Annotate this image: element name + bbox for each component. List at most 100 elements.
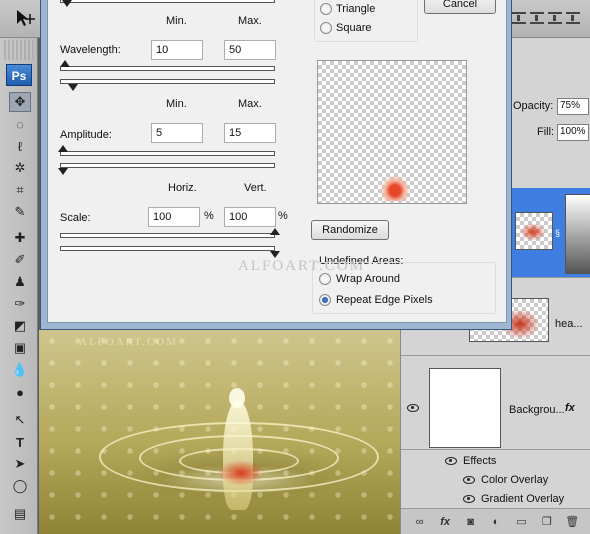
marquee-tool-icon[interactable]: ◌ [9, 114, 31, 134]
scale-horiz-field[interactable]: 100 [148, 207, 200, 227]
layer-name: hea... [555, 318, 583, 330]
type-option-label: Triangle [336, 3, 376, 15]
path-selection-icon[interactable]: ➤ [9, 454, 31, 474]
clone-stamp-icon[interactable]: ♟ [9, 272, 31, 292]
slider-handle[interactable] [68, 84, 78, 91]
type-radio-square[interactable] [320, 22, 332, 34]
blur-tool-icon[interactable]: 💧 [9, 360, 31, 380]
crop-tool-icon[interactable]: ⌗ [9, 180, 31, 200]
scale-vert-slider[interactable] [60, 246, 275, 251]
layer-row-background[interactable]: Backgrou... fx [401, 360, 590, 450]
amplitude-max-field[interactable]: 15 [224, 123, 276, 143]
percent-unit: % [278, 210, 288, 222]
add-style-icon[interactable]: fx [437, 516, 453, 528]
generators-slider[interactable] [60, 0, 275, 3]
move-tool-icon[interactable] [14, 8, 36, 30]
wave-filter-dialog: Triangle Square Cancel Min. Max. Wavelen… [40, 0, 512, 330]
type-radio-triangle[interactable] [320, 3, 332, 15]
scale-vert-field[interactable]: 100 [224, 207, 276, 227]
effect-row[interactable]: Color Overlay [401, 471, 590, 490]
water-splash [223, 400, 253, 510]
max-header: Max. [238, 98, 262, 110]
align-buttons [512, 12, 580, 24]
move-tool-icon[interactable]: ✥ [9, 92, 31, 112]
effect-name: Gradient Overlay [481, 493, 565, 505]
add-mask-icon[interactable]: ◙ [463, 516, 479, 528]
effect-row[interactable]: Gradient Overlay [401, 490, 590, 509]
repeat-edge-pixels-radio[interactable] [319, 294, 331, 306]
fill-label: Fill: [537, 126, 555, 138]
brush-tool-icon[interactable]: ✐ [9, 250, 31, 270]
trash-icon[interactable]: 🗑 [564, 515, 580, 528]
effect-name: Color Overlay [481, 474, 549, 486]
new-group-icon[interactable]: ▭ [513, 515, 529, 528]
healing-brush-icon[interactable]: ✚ [9, 228, 31, 248]
notes-tool-icon[interactable]: ▤ [9, 504, 31, 524]
slider-handle[interactable] [270, 228, 280, 235]
cancel-button[interactable]: Cancel [424, 0, 496, 14]
slider-handle[interactable] [58, 168, 68, 175]
effects-row[interactable]: Effects [401, 452, 590, 471]
gradient-tool-icon[interactable]: ▣ [9, 338, 31, 358]
shape-tool-icon[interactable]: ◯ [9, 476, 31, 496]
type-tool-icon[interactable]: T [9, 432, 31, 452]
slider-handle[interactable] [58, 145, 68, 152]
vert-header: Vert. [244, 182, 267, 194]
photoshop-logo: Ps [6, 64, 32, 86]
wavelength-max-field[interactable]: 50 [224, 40, 276, 60]
fill-field[interactable]: 100% [557, 124, 589, 141]
amplitude-label: Amplitude: [60, 129, 112, 141]
layer-name: Backgrou... [509, 404, 565, 416]
align-top-icon[interactable] [512, 12, 526, 24]
slider-handle[interactable] [60, 60, 70, 67]
type-option-label: Square [336, 22, 372, 34]
layer-thumbnail [429, 368, 501, 448]
lasso-tool-icon[interactable]: ℓ [9, 136, 31, 156]
link-layers-icon[interactable]: ∞ [412, 516, 428, 528]
slider-handle[interactable] [62, 0, 72, 7]
eyedropper-tool-icon[interactable]: ✎ [9, 202, 31, 222]
dialog-body: Triangle Square Cancel Min. Max. Wavelen… [47, 0, 507, 323]
align-left-icon[interactable] [566, 12, 580, 24]
wavelength-min-slider[interactable] [60, 66, 275, 71]
toolbar-grip[interactable] [4, 40, 33, 60]
layer-thumbnail [515, 212, 553, 250]
filter-preview [317, 60, 467, 204]
red-heart-splash [217, 460, 265, 486]
fx-badge[interactable]: fx [565, 402, 575, 414]
layer-mask-thumbnail [565, 194, 590, 274]
tools-panel: Ps ✥ ◌ ℓ ✲ ⌗ ✎ ✚ ✐ ♟ ✑ ◩ ▣ 💧 ● ↖ T ➤ ◯ ▤ [0, 38, 38, 534]
min-header: Min. [166, 15, 187, 27]
canvas-watermark: ALFOART.COM [79, 336, 179, 348]
new-layer-icon[interactable]: ❐ [539, 515, 555, 528]
wavelength-min-field[interactable]: 10 [151, 40, 203, 60]
amplitude-min-slider[interactable] [60, 151, 275, 156]
wavelength-max-slider[interactable] [60, 79, 275, 84]
eraser-tool-icon[interactable]: ◩ [9, 316, 31, 336]
visibility-eye-icon[interactable] [463, 476, 475, 484]
slider-handle[interactable] [270, 251, 280, 258]
scale-horiz-slider[interactable] [60, 233, 275, 238]
water-drop [229, 388, 245, 408]
visibility-eye-icon[interactable] [445, 457, 457, 465]
layers-panel-footer: ∞ fx ◙ ◐ ▭ ❐ 🗑 [401, 508, 590, 534]
pen-tool-icon[interactable]: ↖ [9, 410, 31, 430]
min-header: Min. [166, 98, 187, 110]
align-bottom-icon[interactable] [548, 12, 562, 24]
history-brush-icon[interactable]: ✑ [9, 294, 31, 314]
scale-label: Scale: [60, 212, 91, 224]
amplitude-max-slider[interactable] [60, 163, 275, 168]
magic-wand-icon[interactable]: ✲ [9, 158, 31, 178]
wavelength-label: Wavelength: [60, 44, 121, 56]
randomize-button[interactable]: Randomize [311, 220, 389, 240]
visibility-eye-icon[interactable] [407, 404, 419, 412]
amplitude-min-field[interactable]: 5 [151, 123, 203, 143]
dodge-tool-icon[interactable]: ● [9, 382, 31, 402]
max-header: Max. [238, 15, 262, 27]
document-canvas[interactable]: ALFOART.COM [39, 330, 400, 534]
opacity-field[interactable]: 75% [557, 98, 589, 115]
align-middle-icon[interactable] [530, 12, 544, 24]
preview-image-fragment [380, 175, 410, 201]
adjustment-layer-icon[interactable]: ◐ [488, 516, 504, 528]
visibility-eye-icon[interactable] [463, 495, 475, 503]
